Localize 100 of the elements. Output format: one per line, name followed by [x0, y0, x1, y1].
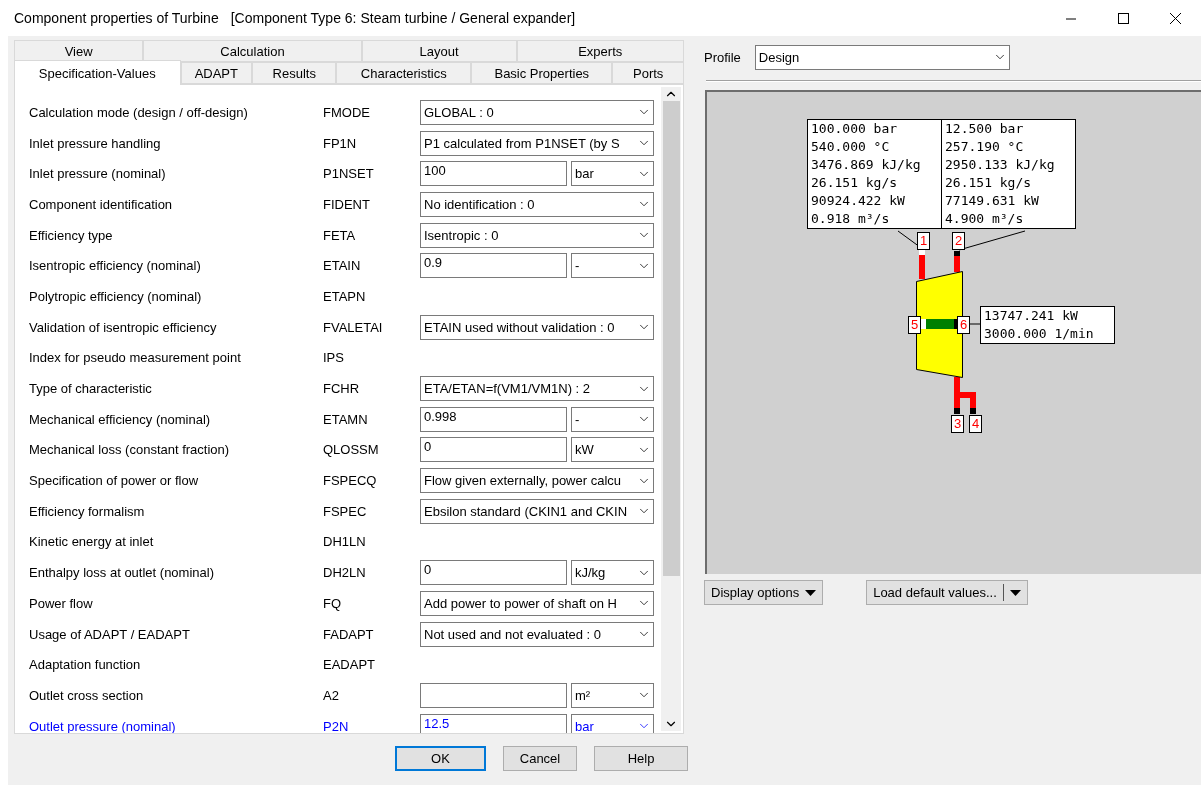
unit-dropdown[interactable]: -: [571, 406, 654, 432]
parameter-label: Adaptation function: [29, 657, 142, 673]
parameter-label: Type of characteristic: [29, 381, 153, 397]
parameter-label: Calculation mode (design / off-design): [29, 104, 249, 120]
caret-icon: [805, 589, 817, 596]
parameter-code: FIDENT: [323, 196, 371, 212]
port-label: 5: [908, 316, 921, 334]
profile-dropdown[interactable]: Design: [754, 44, 1010, 70]
parameter-code: P2N: [323, 718, 350, 733]
unit-dropdown[interactable]: kW: [571, 437, 654, 463]
value-dropdown[interactable]: Flow given externally, power calcu: [420, 468, 654, 494]
parameter-label: Inlet pressure (nominal): [29, 166, 167, 182]
value-dropdown[interactable]: Not used and not evaluated : 0: [420, 621, 654, 647]
maximize-icon: [1117, 12, 1129, 24]
value-input[interactable]: 0.998: [420, 406, 567, 432]
unit-dropdown[interactable]: bar: [571, 713, 654, 733]
parameter-code: P1NSET: [323, 166, 375, 182]
value-dropdown[interactable]: Isentropic : 0: [420, 222, 654, 248]
value-dropdown[interactable]: ETA/ETAN=f(VM1/VM1N) : 2: [420, 376, 654, 402]
unit-dropdown[interactable]: -: [571, 253, 654, 279]
parameter-label: Mechanical loss (constant fraction): [29, 442, 231, 458]
parameter-label: Component identification: [29, 196, 174, 212]
parameter-label: Kinetic energy at inlet: [29, 534, 155, 550]
parameter-code: DH1LN: [323, 534, 367, 550]
close-icon: [1169, 12, 1181, 24]
parameter-label: Usage of ADAPT / EADAPT: [29, 626, 191, 642]
window-title: Component properties of Turbine: [14, 10, 219, 26]
leader-line: [969, 323, 981, 325]
parameter-label: Polytropic efficiency (nominal): [29, 288, 203, 304]
unit-dropdown[interactable]: kJ/kg: [571, 560, 654, 586]
parameter-code: FVALETAI: [323, 319, 384, 335]
unit-dropdown[interactable]: m²: [571, 682, 654, 708]
tab[interactable]: View: [14, 40, 144, 62]
parameter-label: Outlet pressure (nominal): [29, 718, 177, 733]
parameter-code: FCHR: [323, 381, 361, 397]
parameter-code: ETAPN: [323, 288, 367, 304]
port-label: 2: [952, 232, 965, 250]
load-defaults-button[interactable]: Load default values...: [866, 580, 1028, 605]
parameter-code: ETAMN: [323, 411, 369, 427]
parameter-code: FSPEC: [323, 503, 368, 519]
value-input[interactable]: 0.9: [420, 253, 567, 279]
parameter-code: QLOSSM: [323, 442, 380, 458]
parameter-label: Power flow: [29, 595, 94, 611]
port-label: 6: [957, 316, 970, 334]
unit-dropdown[interactable]: bar: [571, 161, 654, 187]
tab[interactable]: Characteristics: [336, 62, 472, 84]
tab[interactable]: Specification-Values: [14, 60, 181, 85]
parameter-label: Outlet cross section: [29, 687, 145, 703]
tab[interactable]: Results: [252, 62, 337, 84]
tab[interactable]: Calculation: [143, 40, 362, 62]
shaft-values-box: 13747.241 kW 3000.000 1/min: [980, 306, 1115, 344]
parameter-code: A2: [323, 687, 340, 703]
port-label: 1: [917, 232, 930, 250]
inlet-values-box: 100.000 bar 540.000 °C 3476.869 kJ/kg 26.151 kg/s 90924.422 kW 0.918 m³/s: [807, 119, 942, 229]
value-dropdown[interactable]: Add power to power of shaft on H: [420, 590, 654, 616]
value-dropdown[interactable]: No identification : 0: [420, 191, 654, 217]
value-input[interactable]: 0: [420, 437, 567, 463]
tab[interactable]: ADAPT: [180, 62, 253, 84]
parameter-code: FMODE: [323, 104, 371, 120]
tab[interactable]: Layout: [361, 40, 517, 62]
caret-icon: [1009, 589, 1021, 596]
tab[interactable]: Experts: [516, 40, 684, 62]
dialog-button[interactable]: Cancel: [503, 746, 577, 771]
port-label: 3: [951, 415, 964, 433]
dialog-button[interactable]: OK: [395, 746, 486, 771]
parameter-code: IPS: [323, 350, 345, 366]
parameter-label: Validation of isentropic efficiency: [29, 319, 218, 335]
port-label: 4: [969, 415, 982, 433]
parameter-label: Mechanical efficiency (nominal): [29, 411, 212, 427]
parameter-code: FSPECQ: [323, 473, 378, 489]
scrollbar[interactable]: [661, 87, 681, 731]
parameter-code: ETAIN: [323, 258, 362, 274]
parameter-code: FQ: [323, 595, 343, 611]
tab[interactable]: Ports: [612, 62, 684, 84]
value-dropdown[interactable]: Ebsilon standard (CKIN1 and CKIN: [420, 498, 654, 524]
display-options-button[interactable]: Display options: [704, 580, 824, 605]
tab[interactable]: Basic Properties: [471, 62, 613, 84]
value-input[interactable]: 100: [420, 161, 567, 187]
parameter-code: DH2LN: [323, 565, 367, 581]
value-dropdown[interactable]: P1 calculated from P1NSET (by S: [420, 130, 654, 156]
parameter-label: Efficiency formalism: [29, 503, 146, 519]
dialog-button[interactable]: Help: [594, 746, 688, 771]
parameter-label: Specification of power or flow: [29, 473, 200, 489]
value-dropdown[interactable]: GLOBAL : 0: [420, 99, 654, 125]
parameter-code: FADAPT: [323, 626, 375, 642]
outlet-values-box: 12.500 bar 257.190 °C 2950.133 kJ/kg 26.151 kg/s 77149.631 kW 4.900 m³/s: [941, 119, 1076, 229]
parameter-label: Index for pseudo measurement point: [29, 350, 242, 366]
window-subtitle: [Component Type 6: Steam turbine / General expander]: [230, 10, 576, 26]
profile-label: Profile: [704, 49, 741, 65]
parameter-label: Efficiency type: [29, 227, 114, 243]
parameter-label: Isentropic efficiency (nominal): [29, 258, 202, 274]
value-input[interactable]: [420, 682, 567, 708]
parameter-code: EADAPT: [323, 657, 376, 673]
parameter-code: FETA: [323, 227, 357, 243]
parameter-label: Inlet pressure handling: [29, 135, 162, 151]
value-dropdown[interactable]: ETAIN used without validation : 0: [420, 314, 654, 340]
value-input[interactable]: 12.5: [420, 713, 567, 733]
parameter-code: FP1N: [323, 135, 358, 151]
parameter-label: Enthalpy loss at outlet (nominal): [29, 565, 215, 581]
value-input[interactable]: 0: [420, 560, 567, 586]
